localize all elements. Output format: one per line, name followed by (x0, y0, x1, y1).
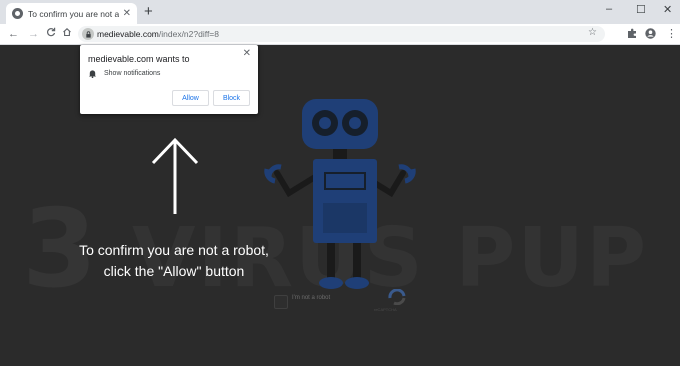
profile-button[interactable] (645, 28, 656, 43)
globe-icon (12, 8, 23, 19)
avatar-icon (645, 28, 656, 39)
popup-title: medievable.com wants to (88, 54, 190, 64)
url-host: medievable.com (97, 29, 159, 39)
site-info-icon[interactable] (82, 28, 94, 40)
captcha-label: I'm not a robot (292, 295, 331, 301)
allow-button[interactable]: Allow (172, 90, 209, 106)
popup-close-icon[interactable]: ✕ (243, 48, 251, 59)
message-line-2: click the "Allow" button (103, 263, 245, 279)
close-window-button[interactable]: ✕ (663, 3, 672, 16)
browser-title-bar: To confirm you are not a robot, c ✕ + – … (0, 0, 680, 24)
tab-title: To confirm you are not a robot, c (28, 8, 119, 19)
browser-tab[interactable]: To confirm you are not a robot, c ✕ (6, 3, 137, 24)
browser-toolbar: ← → medievable.com/index/n2?diff=8 ☆ ⋮ (0, 24, 680, 45)
home-icon (63, 28, 71, 37)
up-arrow-icon (151, 137, 199, 214)
bookmark-star-icon[interactable]: ☆ (588, 27, 597, 38)
lock-icon (85, 30, 91, 38)
fake-captcha: I'm not a robot reCAPTCHA (268, 289, 418, 327)
captcha-checkbox[interactable] (274, 295, 288, 309)
puzzle-icon (628, 28, 636, 38)
message-line-1: To confirm you are not a robot, (79, 242, 269, 258)
captcha-sub-label: reCAPTCHA (374, 307, 397, 312)
url-text: medievable.com/index/n2?diff=8 (97, 29, 219, 39)
extensions-button[interactable] (627, 28, 638, 43)
notification-permission-popup: ✕ medievable.com wants to Show notificat… (80, 45, 258, 114)
back-button[interactable]: ← (8, 27, 19, 41)
minimize-button[interactable]: – (606, 3, 612, 15)
reload-icon (47, 27, 56, 37)
bell-icon (88, 70, 97, 78)
tab-close-icon[interactable]: ✕ (123, 8, 131, 19)
forward-button[interactable]: → (28, 27, 39, 41)
recaptcha-logo-icon (388, 289, 406, 305)
reload-button[interactable] (46, 27, 56, 41)
block-button[interactable]: Block (213, 90, 250, 106)
permission-row: Show notifications (88, 69, 160, 78)
menu-button[interactable]: ⋮ (666, 27, 677, 41)
maximize-button[interactable]: ☐ (636, 3, 646, 16)
url-path: /index/n2?diff=8 (158, 29, 219, 39)
home-button[interactable] (62, 27, 72, 41)
address-bar[interactable]: medievable.com/index/n2?diff=8 ☆ (78, 26, 605, 42)
permission-label: Show notifications (104, 70, 161, 77)
new-tab-button[interactable]: + (144, 4, 153, 20)
robot-confirm-message: To confirm you are not a robot, click th… (40, 240, 308, 282)
